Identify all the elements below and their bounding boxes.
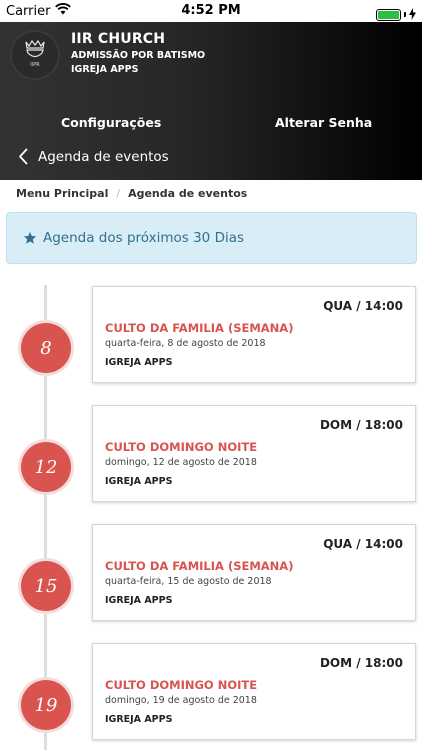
event-org: IGREJA APPS — [105, 595, 173, 606]
back-button[interactable]: Agenda de eventos — [18, 148, 169, 165]
clock: 4:52 PM — [181, 3, 241, 18]
event-card[interactable]: QUA / 14:00 CULTO DA FAMILIA (SEMANA) qu… — [92, 286, 416, 383]
event-title: CULTO DA FAMILIA (SEMANA) — [105, 559, 294, 573]
event-day-badge: 8 — [21, 323, 71, 373]
shield-crown-icon — [25, 39, 45, 58]
breadcrumb: Menu Principal / Agenda de eventos — [16, 187, 247, 200]
back-label: Agenda de eventos — [38, 148, 169, 165]
event-title: CULTO DOMINGO NOITE — [105, 440, 258, 454]
event-day-time: QUA / 14:00 — [323, 537, 403, 551]
app-header: IIPR IIR CHURCH ADMISSÃO POR BATISMO IGR… — [0, 22, 422, 180]
breadcrumb-current: Agenda de eventos — [128, 187, 248, 200]
event-card[interactable]: DOM / 18:00 CULTO DOMINGO NOITE domingo,… — [92, 405, 416, 502]
event-day-number: 15 — [34, 575, 58, 597]
event-date: domingo, 19 de agosto de 2018 — [105, 695, 257, 706]
event-day-badge: 19 — [21, 680, 71, 730]
event-date: quarta-feira, 15 de agosto de 2018 — [105, 576, 272, 587]
church-name: IIR CHURCH — [71, 31, 166, 47]
event-org: IGREJA APPS — [105, 476, 173, 487]
breadcrumb-home-link[interactable]: Menu Principal — [16, 187, 108, 200]
event-day-badge: 12 — [21, 442, 71, 492]
event-day-badge: 15 — [21, 561, 71, 611]
church-logo: IIPR — [10, 30, 60, 80]
event-day-number: 19 — [34, 694, 58, 716]
event-day-time: DOM / 18:00 — [319, 418, 403, 432]
event-card[interactable]: DOM / 18:00 CULTO DOMINGO NOITE domingo,… — [92, 643, 416, 740]
event-title: CULTO DA FAMILIA (SEMANA) — [105, 321, 294, 335]
battery-icon — [376, 8, 401, 21]
event-day-time: QUA / 14:00 — [323, 299, 403, 313]
member-status: ADMISSÃO POR BATISMO — [71, 50, 206, 61]
event-day-number: 12 — [34, 456, 58, 478]
info-alert: Agenda dos próximos 30 Dias — [6, 212, 417, 264]
event-org: IGREJA APPS — [105, 357, 173, 368]
event-date: domingo, 12 de agosto de 2018 — [105, 457, 257, 468]
status-bar: Carrier 4:52 PM — [0, 0, 422, 22]
org-name: IGREJA APPS — [71, 64, 139, 75]
alert-text: Agenda dos próximos 30 Dias — [43, 230, 245, 246]
event-title: CULTO DOMINGO NOITE — [105, 678, 258, 692]
logo-lettering: IIPR — [30, 62, 40, 68]
event-date: quarta-feira, 8 de agosto de 2018 — [105, 338, 266, 349]
event-card[interactable]: QUA / 14:00 CULTO DA FAMILIA (SEMANA) qu… — [92, 524, 416, 621]
change-password-button[interactable]: Alterar Senha — [275, 115, 372, 130]
star-icon — [23, 231, 37, 244]
settings-button[interactable]: Configurações — [61, 115, 161, 130]
chevron-left-icon — [19, 148, 28, 165]
event-day-time: DOM / 18:00 — [319, 656, 403, 670]
event-day-number: 8 — [40, 337, 52, 359]
breadcrumb-separator: / — [116, 187, 121, 200]
event-org: IGREJA APPS — [105, 714, 173, 725]
